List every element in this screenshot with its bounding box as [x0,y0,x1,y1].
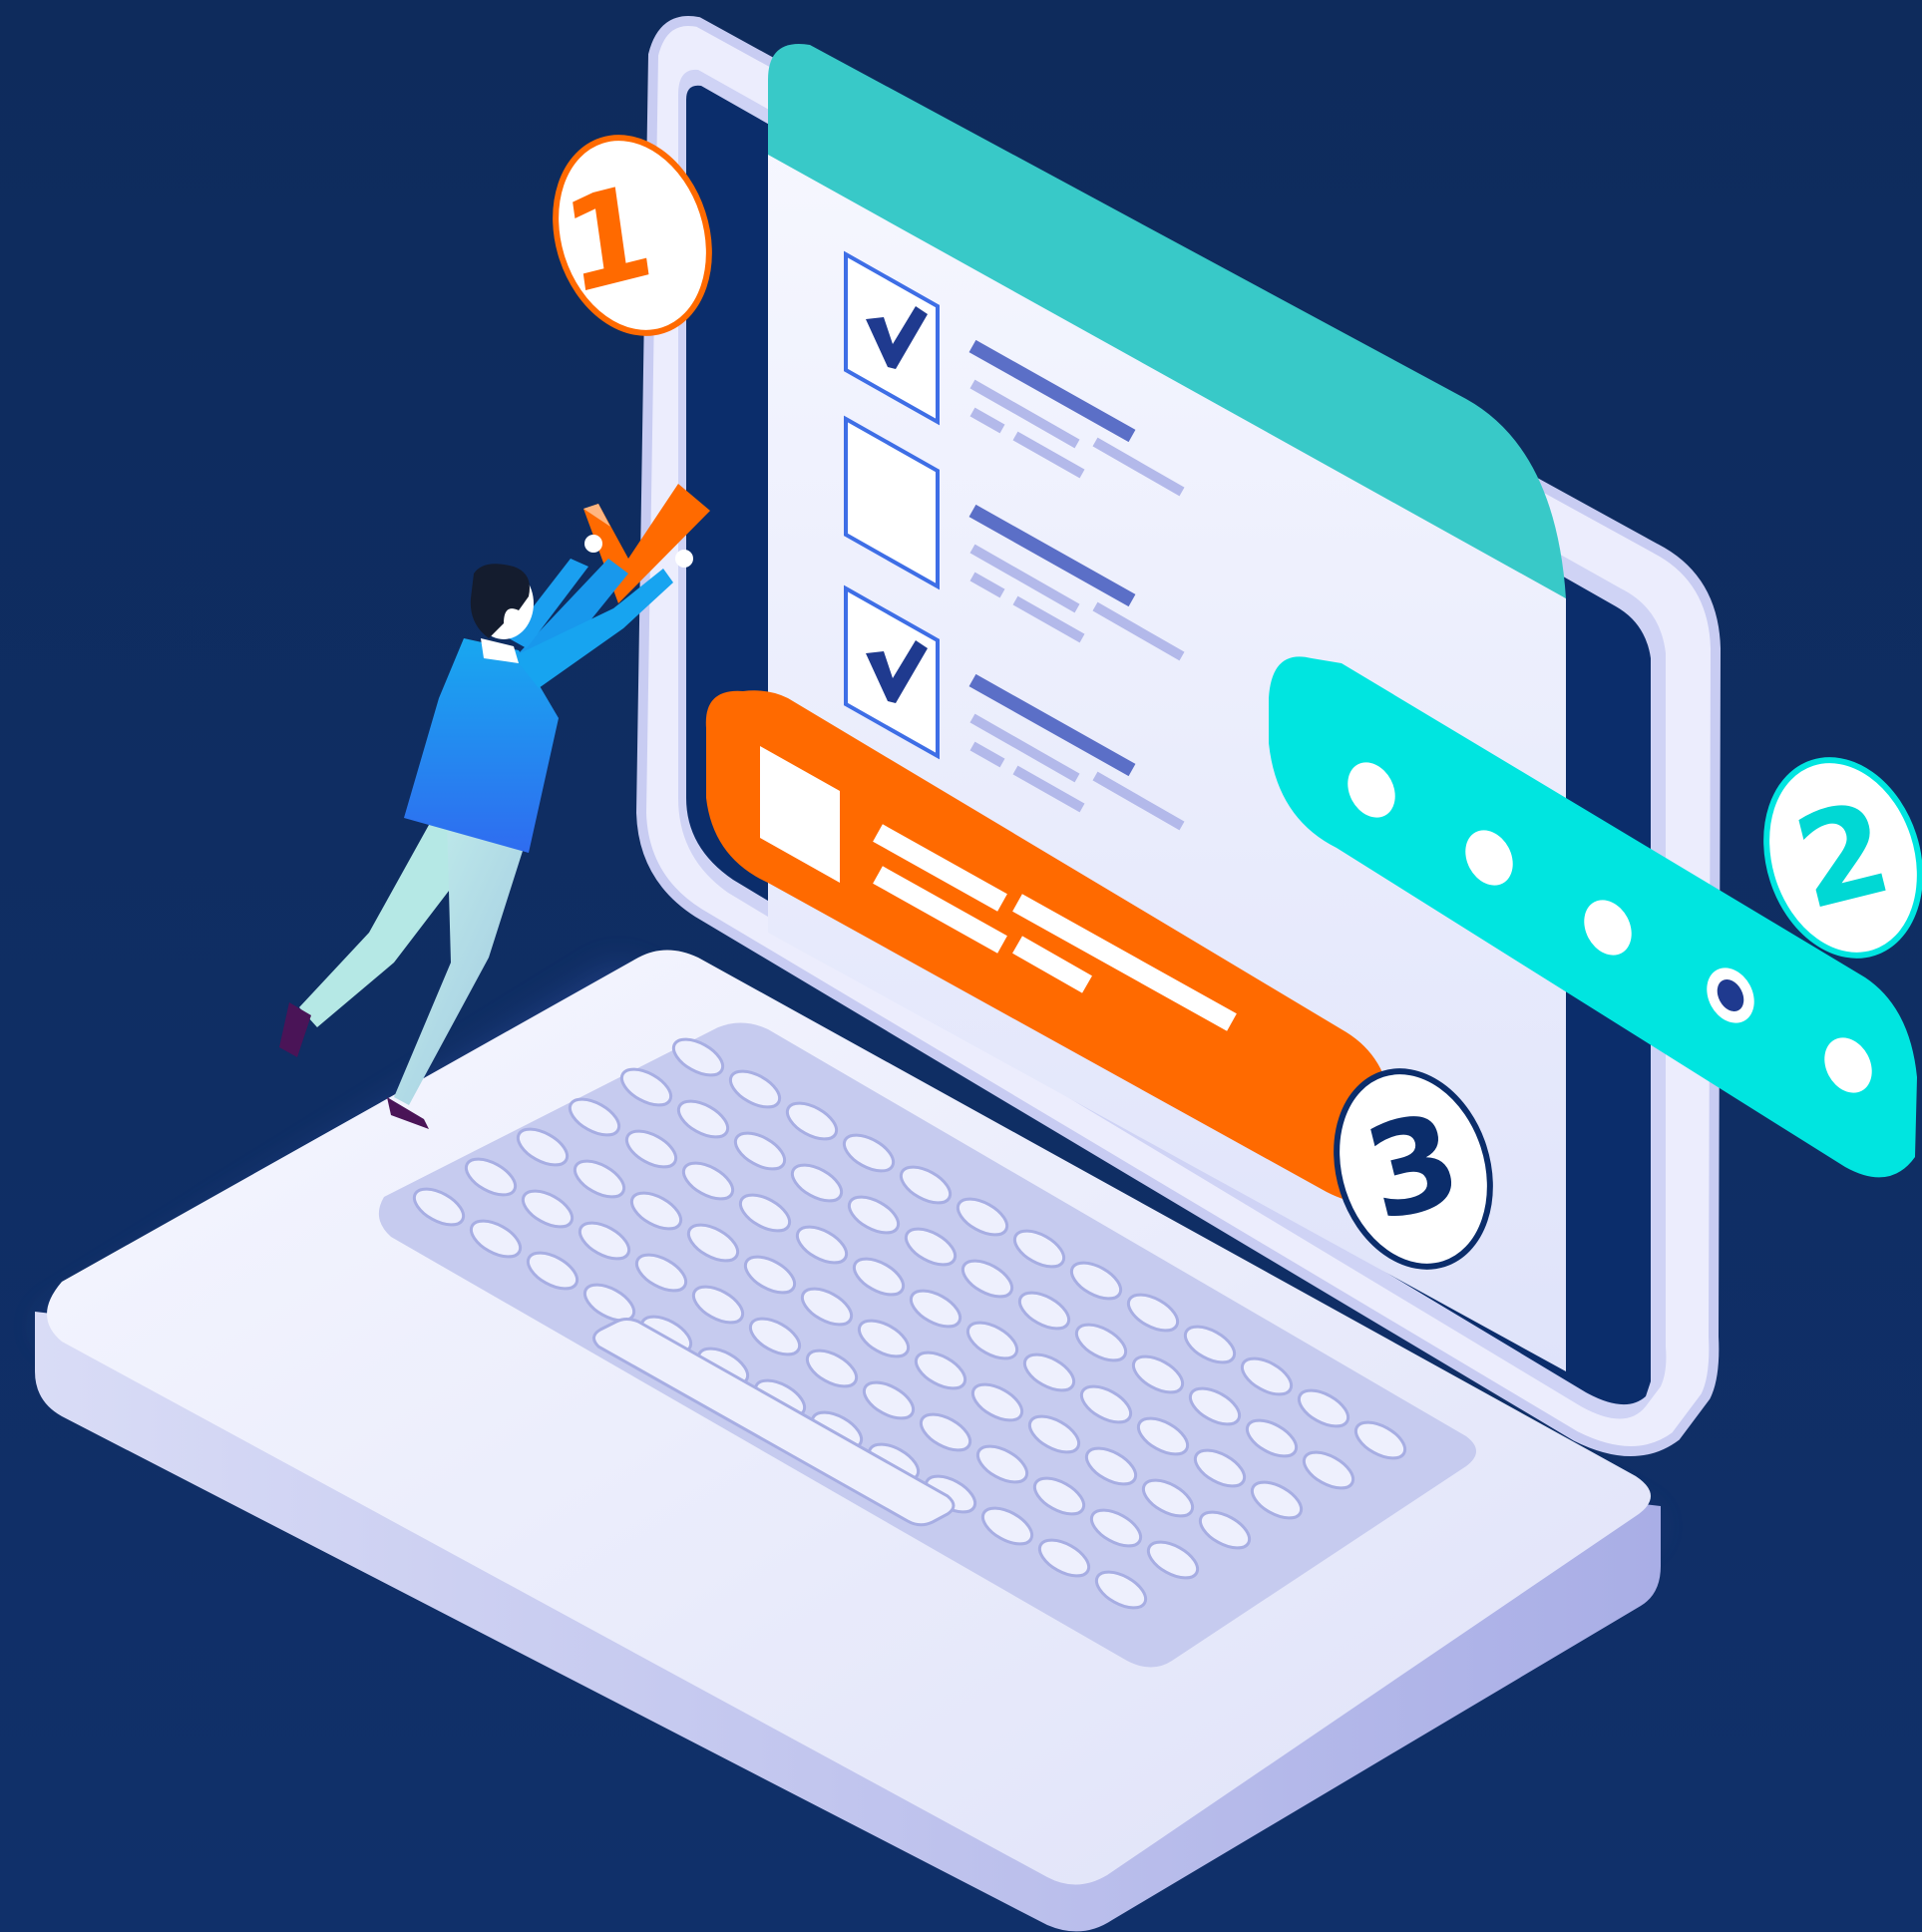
laptop-checklist-illustration: 1 2 3 [0,0,1922,1932]
